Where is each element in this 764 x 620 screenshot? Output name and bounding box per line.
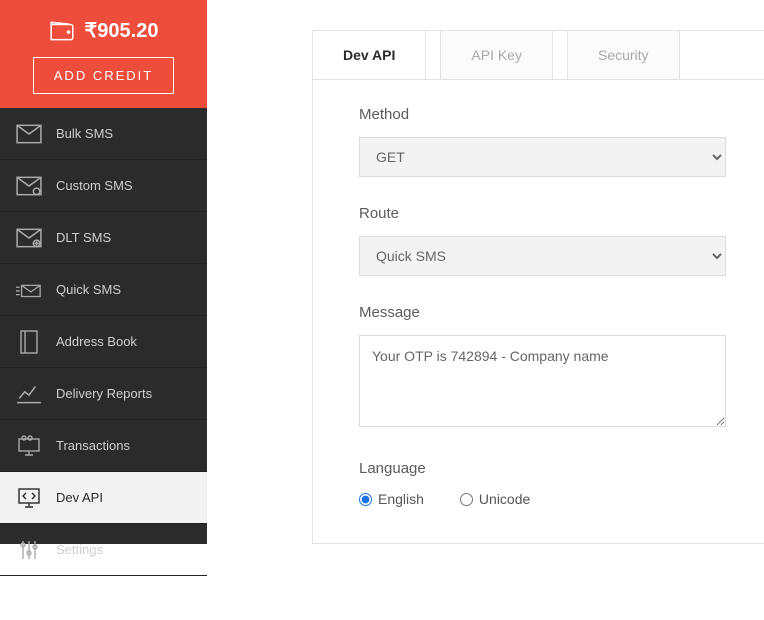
route-select[interactable]: Quick SMS: [359, 236, 726, 276]
panel: Dev API API Key Security Method GET Rout…: [312, 30, 764, 544]
radio-unicode[interactable]: Unicode: [460, 491, 530, 507]
message-textarea[interactable]: [359, 335, 726, 427]
sidebar-item-label: Transactions: [56, 438, 130, 453]
tab-api-key[interactable]: API Key: [440, 31, 553, 79]
language-radio-group: English Unicode: [359, 491, 726, 507]
monitor-money-icon: [16, 435, 42, 457]
radio-english-input[interactable]: [359, 493, 372, 506]
sliders-icon: [16, 539, 42, 561]
sidebar-item-quick-sms[interactable]: Quick SMS: [0, 264, 207, 316]
sidebar-item-label: Custom SMS: [56, 178, 133, 193]
decorative-blob: [207, 0, 327, 520]
language-label: Language: [359, 460, 726, 477]
radio-english-label: English: [378, 491, 424, 507]
wallet-block: ₹905.20 ADD CREDIT: [0, 0, 207, 108]
envelope-plus-icon: [16, 227, 42, 249]
sidebar-item-label: DLT SMS: [56, 230, 111, 245]
sidebar-item-address-book[interactable]: Address Book: [0, 316, 207, 368]
sidebar-item-label: Address Book: [56, 334, 137, 349]
sidebar-item-label: Settings: [56, 542, 103, 557]
sidebar-item-dev-api[interactable]: Dev API: [0, 472, 207, 524]
method-select[interactable]: GET: [359, 137, 726, 177]
sidebar-item-label: Delivery Reports: [56, 386, 152, 401]
message-label: Message: [359, 304, 726, 321]
add-credit-button[interactable]: ADD CREDIT: [33, 57, 174, 94]
content: Dev API API Key Security Method GET Rout…: [207, 0, 764, 544]
radio-unicode-label: Unicode: [479, 491, 530, 507]
sidebar-item-dlt-sms[interactable]: DLT SMS: [0, 212, 207, 264]
route-label: Route: [359, 205, 726, 222]
method-label: Method: [359, 106, 726, 123]
sidebar-item-settings[interactable]: Settings: [0, 524, 207, 576]
sidebar: ₹905.20 ADD CREDIT Bulk SMS Custom SMS D…: [0, 0, 207, 544]
sidebar-item-delivery-reports[interactable]: Delivery Reports: [0, 368, 207, 420]
chart-icon: [16, 383, 42, 405]
sidebar-item-label: Quick SMS: [56, 282, 121, 297]
tab-security[interactable]: Security: [567, 31, 680, 79]
sidebar-item-transactions[interactable]: Transactions: [0, 420, 207, 472]
form: Method GET Route Quick SMS Message Langu…: [313, 80, 764, 507]
wallet-balance-text: ₹905.20: [85, 18, 159, 43]
wallet-icon: [49, 20, 75, 42]
sidebar-item-label: Dev API: [56, 490, 103, 505]
wallet-balance: ₹905.20: [49, 18, 159, 43]
book-icon: [16, 331, 42, 353]
tabs: Dev API API Key Security: [313, 31, 764, 80]
sidebar-item-label: Bulk SMS: [56, 126, 113, 141]
envelope-icon: [16, 123, 42, 145]
sidebar-item-custom-sms[interactable]: Custom SMS: [0, 160, 207, 212]
radio-english[interactable]: English: [359, 491, 424, 507]
code-monitor-icon: [16, 487, 42, 509]
tab-dev-api[interactable]: Dev API: [313, 31, 426, 79]
nav: Bulk SMS Custom SMS DLT SMS Quick SMS Ad…: [0, 108, 207, 576]
envelope-send-icon: [16, 279, 42, 301]
sidebar-item-bulk-sms[interactable]: Bulk SMS: [0, 108, 207, 160]
envelope-gear-icon: [16, 175, 42, 197]
radio-unicode-input[interactable]: [460, 493, 473, 506]
